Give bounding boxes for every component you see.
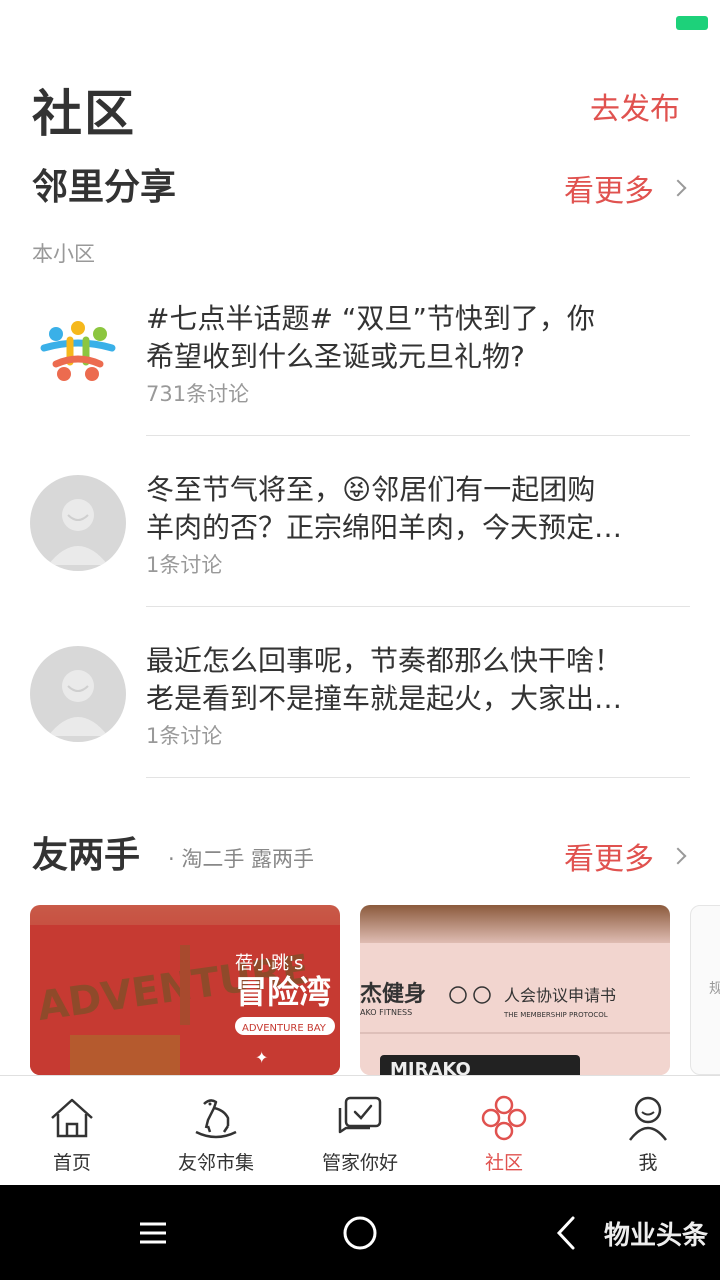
community-knot-icon [481,1095,527,1141]
neighbor-share-title: 邻里分享 [32,167,177,208]
card-text: MIRAKO [390,1059,471,1075]
post-item[interactable]: 冬至节气将至，😝邻居们有一起团购 羊肉的否？正宗绵阳羊肉，今天预定… 1条讨论 [0,437,720,607]
page-title: 社区 [32,85,136,143]
name-text: 冒险湾 [235,973,331,1011]
post-text: 最近怎么回事呢，节奏都那么快干啥！ 老是看到不是撞车就是起火，大家出… [146,644,623,715]
brand-en-text: AKO FITNESS [360,1008,412,1017]
discussion-count: 1条讨论 [146,553,223,577]
divider [146,606,690,607]
second-hand-title: 友两手 [32,835,141,876]
tab-label: 我 [638,1152,658,1174]
publish-button[interactable]: 去发布 [590,84,680,128]
second-hand-card[interactable]: ADVENTURE 蓓小跳's 冒险湾 ADVENTURE BAY ✦ [30,905,340,1075]
back-button[interactable] [545,1210,591,1256]
english-text: ADVENTURE BAY [242,1023,327,1034]
post-text: 冬至节气将至，😝邻居们有一起团购 羊肉的否？正宗绵阳羊肉，今天预定… [146,473,623,544]
divider [146,777,690,778]
post-item[interactable]: #七点半话题# “双旦”节快到了，你 希望收到什么圣诞或元旦礼物? 731条讨论 [0,266,720,436]
tab-home[interactable]: 首页 [0,1076,144,1185]
second-hand-subtitle: · 淘二手 露两手 [168,847,315,871]
tab-label: 首页 [52,1152,91,1174]
home-nav-button[interactable] [337,1210,383,1256]
second-hand-more-link[interactable]: 看更多 [564,834,687,878]
doc-en-text: THE MEMBERSHIP PROTOCOL [503,1011,608,1019]
second-hand-card[interactable]: 规 [690,905,720,1075]
bottom-tab-bar: 首页 友邻市集 管家你好 社区 我 [0,1075,720,1185]
battery-icon [676,16,708,30]
status-bar [0,0,720,50]
doc-title-text: 人会协议申请书 [504,986,616,1005]
brand-text: 蓓小跳's [235,953,303,974]
more-label: 看更多 [564,174,654,209]
tab-label: 管家你好 [321,1152,398,1174]
chat-check-icon [338,1096,382,1134]
discussion-count: 731条讨论 [146,382,250,406]
neighbor-share-more-link[interactable]: 看更多 [564,166,687,210]
second-hand-card[interactable]: 杰健身 AKO FITNESS 人会协议申请书 THE MEMBERSHIP P… [360,905,670,1075]
tab-label: 社区 [484,1152,523,1174]
more-label: 看更多 [564,842,654,877]
tab-butler[interactable]: 管家你好 [288,1076,432,1185]
divider [146,435,690,436]
chevron-right-icon [669,847,687,865]
tab-label: 友邻市集 [177,1152,254,1174]
scope-label: 本小区 [32,242,95,266]
menu-button[interactable] [130,1210,176,1256]
brand-text: 杰健身 [360,981,426,1007]
discussion-count: 1条讨论 [146,724,223,748]
default-avatar-icon [30,475,126,571]
post-item[interactable]: 最近怎么回事呢，节奏都那么快干啥！ 老是看到不是撞车就是起火，大家出… 1条讨论 [0,608,720,778]
chevron-right-icon [669,179,687,197]
rocking-horse-icon [195,1099,237,1139]
card-snippet: 规 [709,978,720,998]
system-nav-bar: 物业头条 [0,1185,720,1280]
circle-home-icon [343,1216,377,1250]
watermark: 物业头条 [603,1221,708,1251]
tab-me[interactable]: 我 [576,1076,720,1185]
menu-icon [140,1222,166,1244]
colorful-people-logo-icon [30,304,126,400]
adventure-bay-photo: ADVENTURE 蓓小跳's 冒险湾 ADVENTURE BAY ✦ [30,925,340,1075]
default-avatar-icon [30,646,126,742]
svg-text:✦: ✦ [255,1048,268,1067]
tab-community[interactable]: 社区 [432,1076,576,1185]
back-chevron-icon [556,1216,575,1250]
tab-market[interactable]: 友邻市集 [144,1076,288,1185]
membership-form-photo: 杰健身 AKO FITNESS 人会协议申请书 THE MEMBERSHIP P… [360,943,670,1075]
user-icon [629,1096,667,1141]
home-icon [51,1098,93,1138]
post-text: #七点半话题# “双旦”节快到了，你 希望收到什么圣诞或元旦礼物? [146,302,595,373]
